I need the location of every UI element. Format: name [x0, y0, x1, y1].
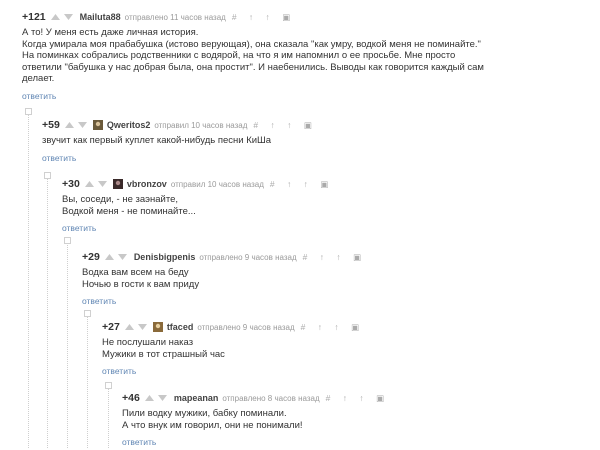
comment-header: +30 vbronzov отправил 10 часов назад # ↑… — [62, 177, 333, 191]
comment-rating: +30 — [62, 178, 80, 190]
comment: +46 mapeanan отправлено 8 часов назад # … — [122, 391, 389, 450]
comment-tools-icons[interactable]: # ↑ ↑ ▣ — [301, 322, 364, 333]
comment-body: звучит как первый куплет какой-нибудь пе… — [42, 135, 317, 147]
comment-line: Водкой меня - не поминайте... — [62, 205, 196, 217]
comment-header: +46 mapeanan отправлено 8 часов назад # … — [122, 391, 389, 405]
reply-link[interactable]: ответить — [82, 296, 116, 306]
thread-line — [87, 310, 88, 448]
comment-line: Не послушали наказ — [102, 337, 194, 348]
comment-line: Вы, соседи, - не заэнайте, — [62, 194, 178, 205]
upvote-icon[interactable] — [104, 252, 115, 262]
comment: +121 Mailuta88 отправлено 11 часов назад… — [22, 10, 484, 104]
downvote-icon[interactable] — [63, 12, 74, 22]
comment-tools-icons[interactable]: # ↑ ↑ ▣ — [303, 252, 366, 263]
comment-line: звучит как первый куплет какой-нибудь пе… — [42, 135, 272, 146]
comment-line: делает. — [22, 73, 55, 84]
comment-body: Вы, соседи, - не заэнайте, Водкой меня -… — [62, 194, 333, 217]
reply-link[interactable]: ответить — [102, 366, 136, 376]
comment-rating: +121 — [22, 11, 46, 23]
downvote-icon[interactable] — [97, 179, 108, 189]
comment-line: Водка вам всем на беду — [82, 267, 189, 278]
downvote-icon[interactable] — [77, 120, 88, 130]
comment-author[interactable]: vbronzov — [127, 179, 167, 189]
thread-line — [108, 382, 109, 448]
downvote-icon[interactable] — [157, 393, 168, 403]
thread-line — [47, 172, 48, 448]
comment-timestamp: отправил 10 часов назад — [170, 179, 264, 189]
comment-rating: +27 — [102, 321, 120, 333]
comment-header: +121 Mailuta88 отправлено 11 часов назад… — [22, 10, 484, 24]
comment-tools-icons[interactable]: # ↑ ↑ ▣ — [253, 120, 316, 131]
comment-timestamp: отправлено 8 часов назад — [222, 393, 320, 403]
comment-line: Мужики в тот страшный час — [102, 348, 225, 360]
avatar[interactable] — [112, 179, 123, 189]
comment-header: +29 Denisbigpenis отправлено 9 часов наз… — [82, 250, 366, 264]
comment: +59 Qweritos2 отправил 10 часов назад # … — [42, 118, 317, 166]
reply-link[interactable]: ответить — [122, 437, 156, 447]
thread-line — [67, 237, 68, 448]
thread-collapse-handle[interactable] — [25, 108, 32, 115]
comment: +27 tfaced отправлено 9 часов назад # ↑ … — [102, 320, 364, 379]
comment-timestamp: отправлено 11 часов назад — [124, 12, 226, 22]
comment: +29 Denisbigpenis отправлено 9 часов наз… — [82, 250, 366, 309]
upvote-icon[interactable] — [144, 393, 155, 403]
thread-line — [28, 108, 29, 448]
comment-tools-icons[interactable]: # ↑ ↑ ▣ — [270, 179, 333, 190]
comment-body: Водка вам всем на беду Ночью в гости к в… — [82, 267, 366, 290]
comment-line: Пили водку мужики, бабку поминали. — [122, 408, 287, 419]
comment-rating: +46 — [122, 392, 140, 404]
comment-line: ответили "бабушка у нас добрая была, она… — [22, 61, 484, 73]
comment-line: Ночью в гости к вам приду — [82, 278, 200, 290]
comment-timestamp: отправлено 9 часов назад — [199, 252, 297, 262]
comment-body: Пили водку мужики, бабку поминали. А что… — [122, 408, 389, 431]
avatar[interactable] — [152, 322, 163, 332]
upvote-icon[interactable] — [124, 322, 135, 332]
comment-author[interactable]: Mailuta88 — [80, 12, 121, 22]
reply-link[interactable]: ответить — [62, 223, 96, 233]
comment-line: На поминках собрались родственники с вод… — [22, 50, 456, 61]
comment-header: +59 Qweritos2 отправил 10 часов назад # … — [42, 118, 317, 132]
comment-body: А то! У меня есть даже личная история. К… — [22, 27, 484, 85]
thread-collapse-handle[interactable] — [84, 310, 91, 317]
downvote-icon[interactable] — [137, 322, 148, 332]
comment-timestamp: отправлено 9 часов назад — [197, 322, 295, 332]
thread-collapse-handle[interactable] — [105, 382, 112, 389]
upvote-icon[interactable] — [64, 120, 75, 130]
comment-author[interactable]: Qweritos2 — [107, 120, 151, 130]
comment: +30 vbronzov отправил 10 часов назад # ↑… — [62, 177, 333, 236]
comment-line: А то! У меня есть даже личная история. — [22, 27, 199, 38]
comment-tools-icons[interactable]: # ↑ ↑ ▣ — [232, 12, 295, 23]
comment-body: Не послушали наказ Мужики в тот страшный… — [102, 337, 364, 360]
comment-tools-icons[interactable]: # ↑ ↑ ▣ — [326, 393, 389, 404]
comment-line: А что внук им говорил, они не понимали! — [122, 419, 303, 431]
avatar[interactable] — [92, 120, 103, 130]
thread-collapse-handle[interactable] — [64, 237, 71, 244]
thread-collapse-handle[interactable] — [44, 172, 51, 179]
comment-author[interactable]: tfaced — [167, 322, 194, 332]
comment-rating: +59 — [42, 119, 60, 131]
comment-header: +27 tfaced отправлено 9 часов назад # ↑ … — [102, 320, 364, 334]
downvote-icon[interactable] — [117, 252, 128, 262]
comment-author[interactable]: mapeanan — [174, 393, 219, 403]
upvote-icon[interactable] — [84, 179, 95, 189]
comment-rating: +29 — [82, 251, 100, 263]
reply-link[interactable]: ответить — [22, 91, 56, 101]
comment-line: Когда умирала моя прабабушка (истово вер… — [22, 38, 481, 50]
comment-author[interactable]: Denisbigpenis — [134, 252, 196, 262]
comment-timestamp: отправил 10 часов назад — [154, 120, 248, 130]
reply-link[interactable]: ответить — [42, 153, 76, 163]
upvote-icon[interactable] — [50, 12, 61, 22]
